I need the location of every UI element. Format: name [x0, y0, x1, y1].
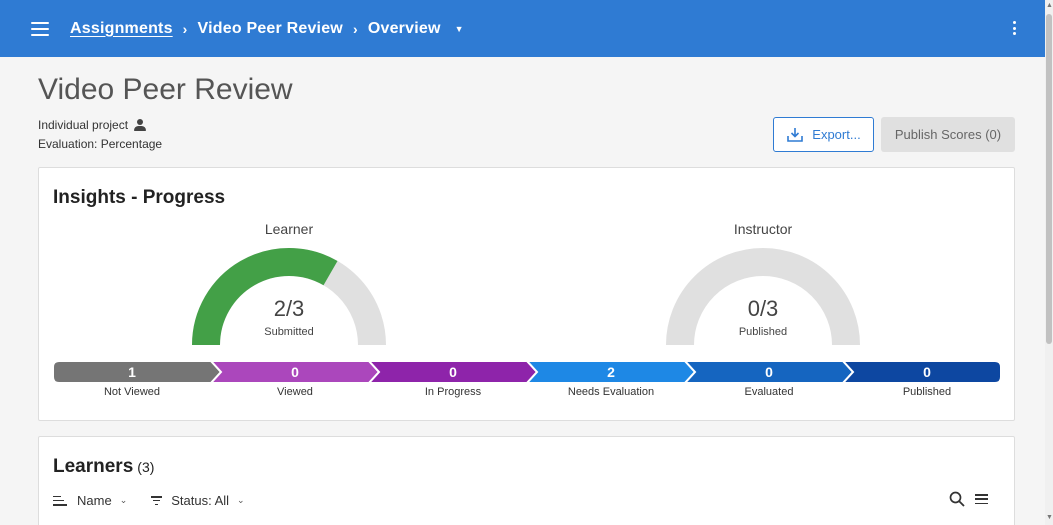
status-step-label: Published	[902, 386, 952, 398]
breadcrumb-overview: Overview	[367, 19, 441, 37]
status-step-count: 0	[765, 364, 773, 380]
breadcrumb-dropdown-icon[interactable]: ▼	[455, 24, 464, 34]
status-step-count: 2	[607, 364, 615, 380]
insights-title: Insights - Progress	[53, 187, 226, 208]
page-title: Video Peer Review	[38, 73, 293, 106]
status-step-label: Needs Evaluation	[567, 386, 655, 398]
learner-gauge-label: Learner	[264, 221, 314, 237]
filter-icon	[151, 496, 163, 505]
breadcrumb-separator-icon: ›	[182, 20, 188, 37]
sort-icon	[53, 495, 67, 506]
instructor-gauge-label: Instructor	[733, 221, 793, 237]
export-button[interactable]: Export...	[773, 117, 874, 152]
scrollbar[interactable]: ▲ ▼	[1045, 0, 1053, 525]
status-step-count: 0	[923, 364, 931, 380]
insights-card: Insights - Progress Learner 2/3 Submitte…	[38, 167, 1015, 421]
learner-gauge-sub: Submitted	[264, 326, 314, 338]
status-filter-dropdown[interactable]: Status: All ⌄	[151, 493, 245, 508]
chevron-down-icon: ⌄	[237, 495, 245, 505]
learners-right-tools	[949, 491, 988, 507]
status-step-label: Evaluated	[744, 386, 794, 398]
publish-scores-button[interactable]: Publish Scores (0)	[881, 117, 1015, 152]
instructor-gauge-value: 0/3	[747, 296, 779, 321]
status-step-label: In Progress	[424, 386, 482, 398]
breadcrumb-assignments-link[interactable]: Assignments	[70, 20, 173, 38]
evaluation-type: Evaluation: Percentage	[38, 137, 163, 151]
breadcrumb-separator-icon: ›	[352, 20, 358, 37]
project-type: Individual project	[38, 118, 147, 132]
status-steps-bar: 1 0 0 2 0 0	[53, 361, 1001, 383]
hamburger-menu-icon[interactable]	[31, 21, 49, 36]
status-step-count: 0	[449, 364, 457, 380]
scroll-down-icon[interactable]: ▼	[1046, 514, 1053, 521]
instructor-gauge-sub: Published	[738, 326, 788, 338]
project-type-label: Individual project	[38, 118, 129, 132]
learner-gauge-value: 2/3	[273, 296, 305, 321]
scroll-up-icon[interactable]: ▲	[1046, 2, 1053, 9]
top-bar: Assignments › Video Peer Review › Overvi…	[0, 0, 1045, 57]
status-step-count: 0	[291, 364, 299, 380]
status-step-label: Viewed	[277, 386, 313, 398]
status-step-segment	[53, 361, 223, 383]
chevron-down-icon: ⌄	[119, 495, 128, 505]
list-view-icon[interactable]	[975, 494, 988, 504]
sort-label: Name	[77, 493, 112, 508]
person-icon	[134, 119, 147, 131]
learners-title: Learners (3)	[53, 456, 154, 478]
more-options-icon[interactable]	[1013, 21, 1017, 35]
sort-by-name-dropdown[interactable]: Name ⌄	[53, 493, 127, 508]
status-step-segment	[841, 361, 1001, 383]
learners-count: (3)	[137, 459, 155, 475]
export-button-label: Export...	[812, 127, 861, 142]
breadcrumb-video-peer-review: Video Peer Review	[197, 19, 343, 37]
learners-heading: Learners	[53, 456, 134, 477]
download-icon	[787, 127, 804, 142]
status-filter-label: Status: All	[171, 493, 230, 508]
status-step-label: Not Viewed	[103, 386, 161, 398]
status-step-count: 1	[128, 364, 136, 380]
learners-toolbar: Name ⌄ Status: All ⌄	[53, 493, 245, 508]
learners-card: Learners (3) Name ⌄ Status: All ⌄	[38, 436, 1015, 525]
scrollbar-thumb[interactable]	[1046, 14, 1052, 344]
search-icon[interactable]	[949, 491, 965, 507]
breadcrumb: Assignments › Video Peer Review › Overvi…	[70, 20, 464, 38]
